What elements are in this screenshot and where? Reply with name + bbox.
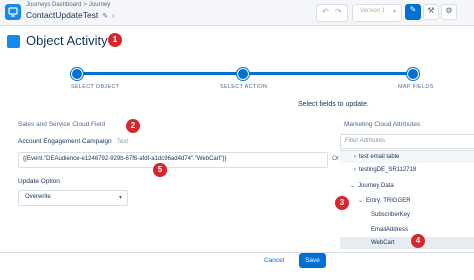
version-dropdown[interactable]: Version 1 ▾ [352, 4, 402, 22]
step-label-select-object: SELECT OBJECT [71, 84, 120, 90]
tree-item-label: EmailAddress [371, 227, 409, 233]
instruction-text: Select fields to update. [298, 101, 369, 108]
tree-item-webcart[interactable]: WebCart [371, 240, 395, 246]
update-option-label: Update Option [18, 178, 60, 185]
field-label: Account Engagement Campaign [18, 138, 112, 145]
tree-item-subscriberkey[interactable]: SubscriberKey [371, 212, 410, 218]
breadcrumb-parent[interactable]: Journeys Dashboard [26, 2, 81, 8]
cancel-button[interactable]: Cancel [264, 257, 284, 264]
annotation-badge-1: 1 [108, 33, 122, 47]
chevron-right-icon: › [354, 167, 356, 173]
chevron-down-icon: ⌄ [358, 198, 364, 204]
object-activity-icon [7, 35, 20, 48]
tree-item-test-email-table[interactable]: › test email table [354, 154, 399, 160]
undo-redo-group: ↶ ↷ [316, 4, 348, 22]
tree-row-selected [340, 237, 474, 249]
save-button[interactable]: Save [299, 253, 326, 268]
field-mapping-value: {{Event."DEAudience-e1246792-929b-67f6-a… [23, 156, 227, 162]
breadcrumb-separator: > [83, 2, 87, 8]
tree-item-journey-data[interactable]: ⌄ Journey Data [350, 182, 394, 189]
step-dot-map-fields[interactable] [407, 68, 419, 80]
update-option-select[interactable]: Overwrite ▾ [18, 190, 128, 206]
journey-title-row: ContactUpdateTest ✎ › [26, 10, 115, 20]
tree-item-emailaddress[interactable]: EmailAddress [371, 227, 408, 233]
tools-icon: ⚒ [427, 6, 435, 15]
page-title: Object Activity [26, 33, 108, 48]
field-mapping-input[interactable]: {{Event."DEAudience-e1246792-929b-67f6-a… [18, 152, 328, 168]
annotation-badge-5: 5 [153, 163, 167, 177]
tree-item-label: Entry: TRIGGER [366, 198, 411, 204]
filter-placeholder: Filter Attributes [345, 138, 386, 144]
step-dot-select-action[interactable] [237, 68, 249, 80]
tree-item-entry-trigger[interactable]: ⌄ Entry: TRIGGER [358, 197, 411, 204]
journey-name: ContactUpdateTest [26, 10, 99, 20]
tree-item-label: SubscriberKey [371, 212, 411, 218]
annotation-badge-3: 3 [335, 196, 349, 210]
edit-mode-button[interactable]: ✎ [405, 4, 421, 20]
filter-attributes-input[interactable]: Filter Attributes [340, 134, 474, 149]
chevron-right-icon: › [354, 154, 356, 160]
step-label-select-action: SELECT ACTION [220, 84, 268, 90]
settings-button[interactable]: ⚙ [441, 4, 457, 20]
annotation-badge-4: 4 [411, 234, 425, 248]
top-bar: Journeys Dashboard > Journey ContactUpdate… [0, 0, 474, 26]
pencil-icon[interactable]: ✎ [102, 12, 108, 20]
mc-attributes-heading: Marketing Cloud Attributes [344, 121, 421, 128]
sales-service-heading: Sales and Service Cloud Field [18, 121, 106, 128]
redo-icon[interactable]: ↷ [335, 7, 342, 16]
chevron-down-icon: ▾ [392, 9, 396, 15]
journey-builder-icon [5, 4, 21, 20]
field-type: Text [117, 139, 129, 145]
tree-item-label: Journey Data [358, 183, 394, 189]
tree-item-label: WebCart [371, 240, 395, 246]
undo-icon[interactable]: ↶ [322, 7, 329, 16]
breadcrumb-current[interactable]: Journey [89, 2, 110, 8]
tree-item-label: test email table [359, 154, 400, 160]
version-label: Version 1 [360, 8, 386, 14]
tree-item-label: testingDE_SR112718 [359, 167, 417, 173]
test-button[interactable]: ⚒ [423, 4, 439, 20]
breadcrumb: Journeys Dashboard > Journey [26, 2, 110, 8]
or-label: Or [332, 155, 340, 162]
annotation-badge-2: 2 [126, 119, 140, 133]
pencil-icon: ✎ [409, 5, 417, 14]
chevron-down-icon: ⌄ [350, 183, 356, 189]
attribute-tree: › test email table › testingDE_SR112718 ⌄ J… [340, 150, 474, 253]
gear-icon: ⚙ [445, 6, 453, 15]
chevron-down-icon: ▾ [118, 195, 122, 201]
step-label-map-fields: MAP FIELDS [398, 84, 434, 90]
chevron-right-icon[interactable]: › [112, 13, 114, 20]
step-dot-select-object[interactable] [71, 68, 83, 80]
update-option-value: Overwrite [25, 194, 51, 200]
footer [0, 252, 474, 280]
tree-item-testingde[interactable]: › testingDE_SR112718 [354, 167, 416, 173]
